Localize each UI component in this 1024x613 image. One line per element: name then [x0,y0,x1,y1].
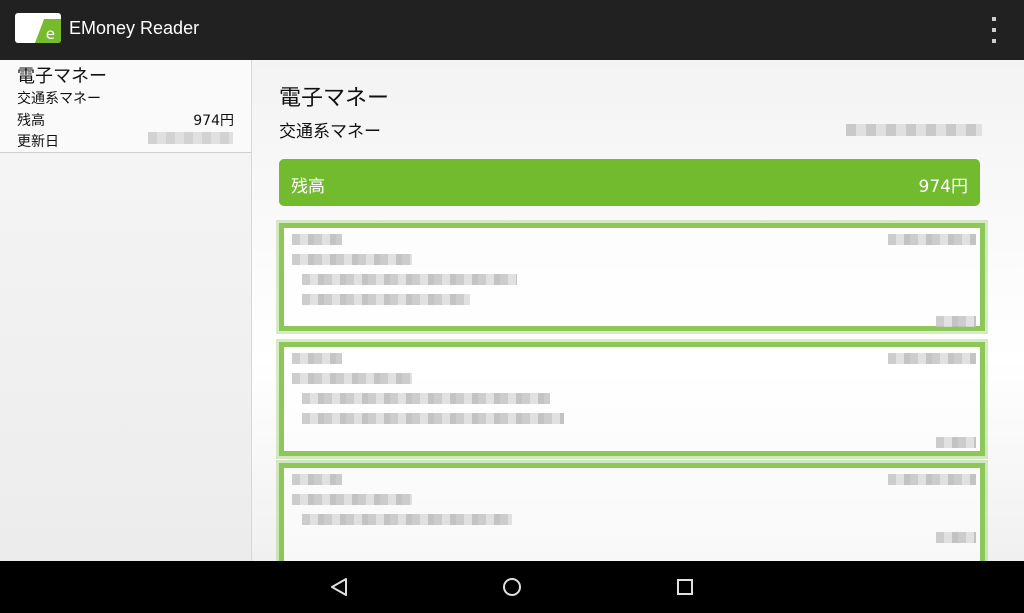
balance-bar-value: 974円 [918,177,968,197]
balance-bar: 残高 974円 [279,159,980,206]
app-logo-icon: e [15,13,61,43]
balance-label: 残高 [17,113,45,129]
history-detail-redacted [302,294,470,305]
home-icon[interactable] [500,575,524,599]
history-amount-redacted [936,316,976,327]
history-date-redacted [292,234,342,245]
history-detail-redacted [302,413,564,424]
action-bar: e EMoney Reader [0,0,1024,60]
history-kind-redacted [292,494,412,505]
balance-bar-label: 残高 [291,177,325,197]
history-amount-redacted [936,532,976,543]
card-list-pane: 電子マネー 交通系マネー 残高 974円 更新日 [0,60,252,561]
history-time-redacted [888,474,976,485]
history-card[interactable] [279,463,985,561]
history-card[interactable] [279,342,985,456]
card-detail-pane: 電子マネー 交通系マネー 残高 974円 [252,60,1024,561]
overflow-menu-icon[interactable] [988,17,1000,43]
history-time-redacted [888,353,976,364]
system-navigation-bar [0,561,1024,613]
history-date-redacted [292,353,342,364]
card-type: 交通系マネー [17,91,101,107]
history-detail-redacted [302,514,512,525]
detail-title: 電子マネー [279,86,390,111]
back-icon[interactable] [327,575,351,599]
card-id-redacted [846,124,982,136]
updated-label: 更新日 [17,134,59,150]
card-name: 電子マネー [17,66,107,87]
updated-date-redacted [148,132,233,144]
history-detail-redacted [302,274,517,285]
history-date-redacted [292,474,342,485]
recents-icon[interactable] [673,575,697,599]
history-kind-redacted [292,373,412,384]
detail-subtitle: 交通系マネー [279,122,381,142]
history-card[interactable] [279,223,985,331]
history-detail-redacted [302,393,550,404]
app-title: EMoney Reader [69,18,200,38]
history-amount-redacted [936,437,976,448]
card-list-item[interactable]: 電子マネー 交通系マネー 残高 974円 更新日 [0,60,251,153]
balance-value: 974円 [193,113,234,129]
history-time-redacted [888,234,976,245]
history-kind-redacted [292,254,412,265]
